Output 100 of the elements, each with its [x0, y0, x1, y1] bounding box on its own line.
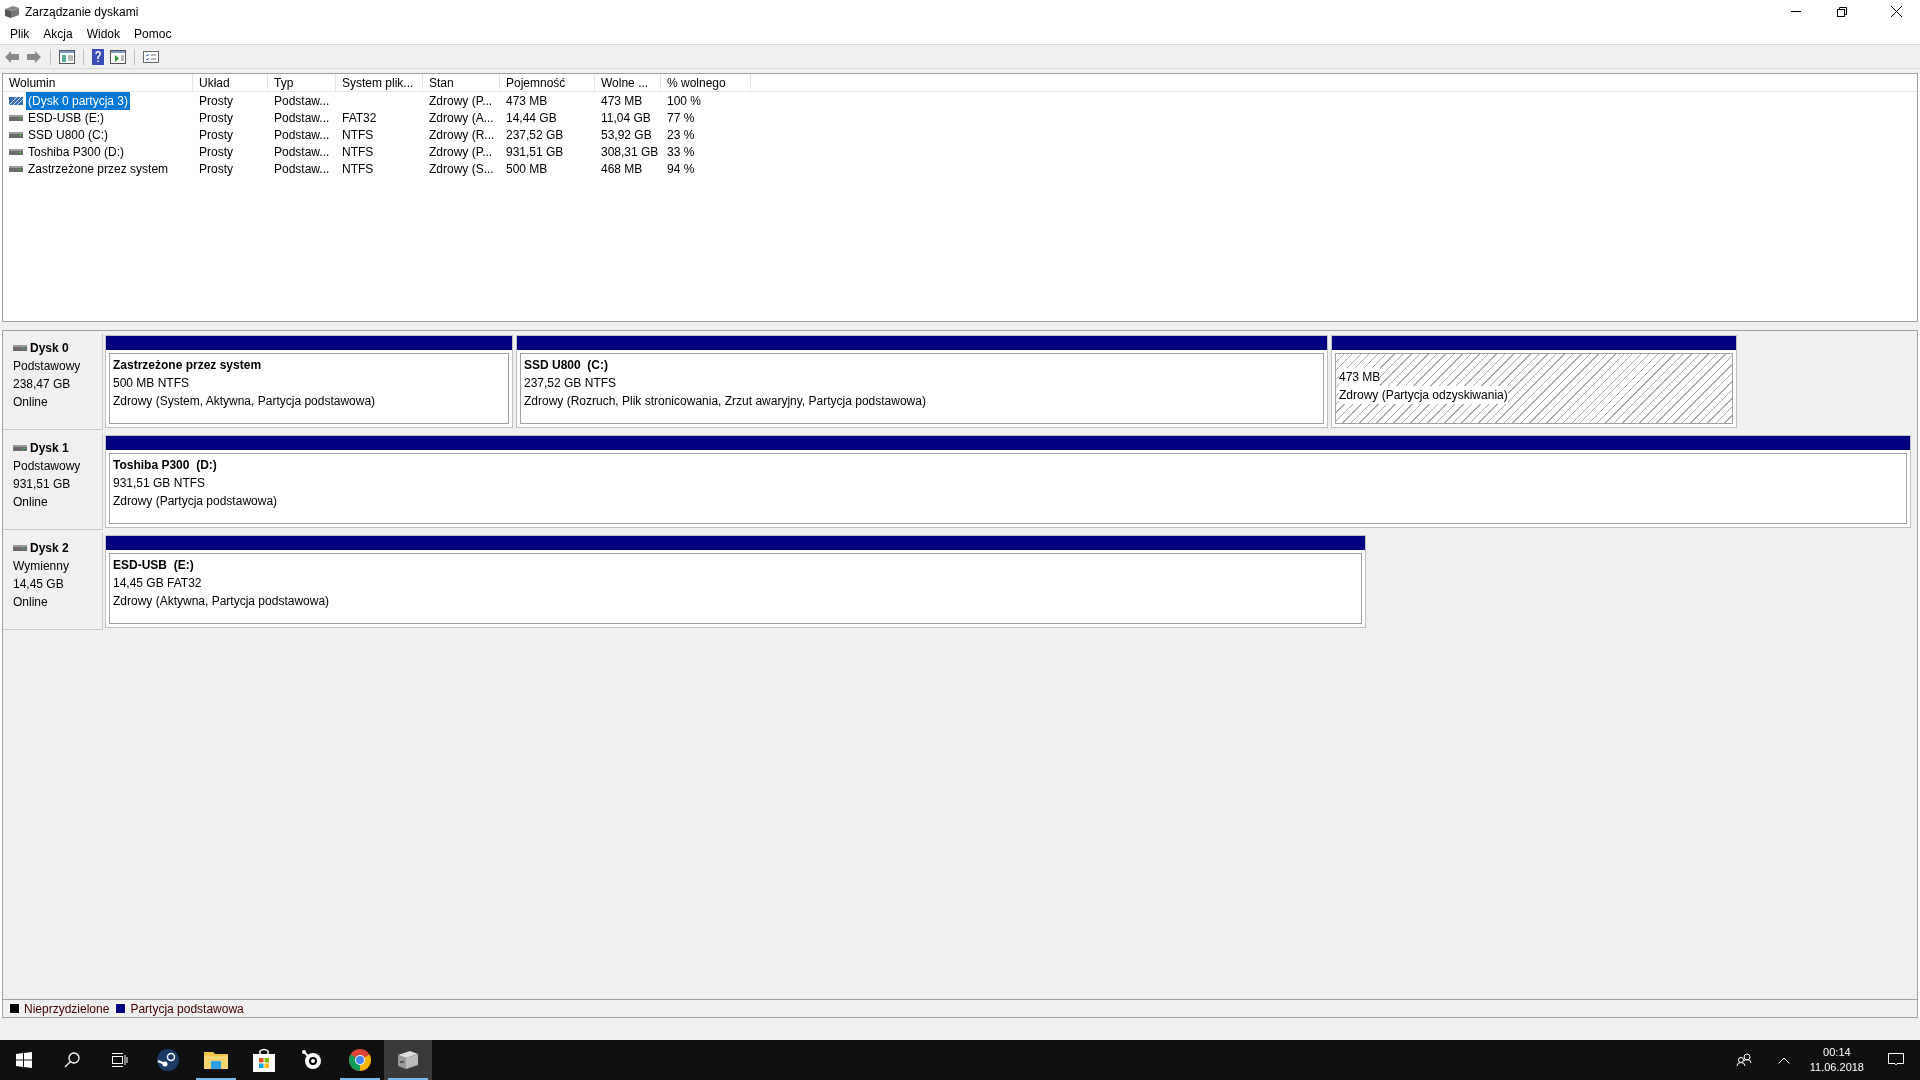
column-header[interactable]: System plik... — [336, 74, 423, 91]
table-cell: 473 MB — [601, 93, 643, 108]
column-header[interactable]: Pojemność — [500, 74, 595, 91]
drive-icon — [13, 544, 27, 552]
clock[interactable]: 00:14 11.06.2018 — [1801, 1045, 1872, 1075]
disk-type: Podstawowy — [13, 358, 82, 375]
checklist-icon[interactable] — [143, 50, 159, 63]
close-icon[interactable] — [1891, 6, 1902, 17]
browser-icon — [348, 1048, 372, 1072]
chevron-up-icon[interactable] — [1777, 1056, 1790, 1064]
table-cell: 473 MB — [506, 93, 548, 108]
window-title: Zarządzanie dyskami — [25, 3, 139, 21]
menu-item[interactable]: Plik — [4, 24, 36, 43]
disk-status: Online — [13, 394, 49, 411]
partition-block[interactable]: Toshiba P300 (D:) 931,51 GB NTFS Zdrowy (Partycja podstawowa) — [105, 435, 1911, 528]
table-cell: 468 MB — [601, 161, 643, 176]
folder-icon — [204, 1050, 228, 1070]
windows-logo-icon — [16, 1052, 32, 1068]
volume-name[interactable]: Toshiba P300 (D:) — [26, 142, 127, 161]
console-tree-icon[interactable] — [59, 49, 75, 64]
volume-icon — [9, 147, 23, 156]
table-cell: Podstaw... — [274, 127, 330, 142]
disk-label-panel[interactable]: Dysk 0 Podstawowy 238,47 GB Online — [3, 333, 103, 430]
menu-item[interactable]: Akcja — [37, 24, 79, 43]
menu-item[interactable]: Widok — [80, 24, 127, 43]
disk-label-panel[interactable]: Dysk 2 Wymienny 14,45 GB Online — [3, 533, 103, 630]
table-cell: Podstaw... — [274, 144, 330, 159]
partition-name: SSD U800 (C:) — [524, 357, 610, 374]
column-header[interactable]: Układ — [193, 74, 268, 91]
column-header[interactable]: Wolumin — [3, 74, 193, 91]
table-cell: Podstaw... — [274, 93, 330, 108]
clock-time: 00:14 — [1823, 1045, 1851, 1060]
disk-size: 14,45 GB — [13, 576, 65, 593]
partition-block[interactable]: 473 MB Zdrowy (Partycja odzyskiwania) — [1331, 335, 1737, 428]
disk-name: Dysk 0 — [30, 340, 69, 357]
column-header[interactable]: Wolne ... — [595, 74, 661, 91]
steam-icon — [156, 1048, 180, 1072]
table-cell: Prosty — [199, 127, 233, 142]
shopping-bag-icon — [253, 1048, 275, 1072]
volume-name[interactable]: Zastrzeżone przez system — [26, 159, 171, 178]
table-cell: Zdrowy (S... — [429, 161, 494, 176]
legend-label: Partycja podstawowa — [130, 1000, 244, 1018]
table-cell: Podstaw... — [274, 161, 330, 176]
help-icon[interactable] — [92, 48, 104, 65]
table-cell: NTFS — [342, 144, 374, 159]
table-cell: FAT32 — [342, 110, 377, 125]
disk-name: Dysk 1 — [30, 440, 69, 457]
disk-size: 238,47 GB — [13, 376, 72, 393]
partition-size: 473 MB — [1339, 368, 1381, 386]
table-cell: Prosty — [199, 161, 233, 176]
restore-icon[interactable] — [1837, 6, 1847, 17]
table-cell: 94 % — [667, 161, 695, 176]
table-cell: Podstaw... — [274, 110, 330, 125]
partition-name: ESD-USB (E:) — [113, 557, 195, 574]
table-cell: Zdrowy (A... — [429, 110, 494, 125]
volume-icon — [9, 113, 23, 122]
disk-type: Podstawowy — [13, 458, 82, 475]
table-cell: Zdrowy (P... — [429, 93, 493, 108]
table-cell: Zdrowy (R... — [429, 127, 495, 142]
disk-label-panel[interactable]: Dysk 1 Podstawowy 931,51 GB Online — [3, 433, 103, 530]
disk-name: Dysk 2 — [30, 540, 69, 557]
table-cell: 53,92 GB — [601, 127, 652, 142]
app-icon — [4, 4, 20, 19]
table-cell: 77 % — [667, 110, 695, 125]
table-cell: 237,52 GB — [506, 127, 564, 142]
table-cell: 14,44 GB — [506, 110, 557, 125]
menu-item[interactable]: Pomoc — [128, 24, 178, 43]
partition-block[interactable]: ESD-USB (E:) 14,45 GB FAT32 Zdrowy (Aktywna, Partycja podstawowa) — [105, 535, 1366, 628]
table-cell: Prosty — [199, 144, 233, 159]
table-cell: Zdrowy (P... — [429, 144, 493, 159]
partition-block[interactable]: Zastrzeżone przez system 500 MB NTFS Zdrowy (System, Aktywna, Partycja podstawowa) — [105, 335, 513, 428]
partition-block[interactable]: SSD U800 (C:) 237,52 GB NTFS Zdrowy (Rozruch, Plik stronicowania, Zrzut awaryjny, Partycja podstawowa) — [516, 335, 1328, 428]
back-arrow-icon[interactable] — [4, 49, 20, 64]
notifications-icon[interactable] — [1888, 1053, 1904, 1067]
drive-icon — [13, 444, 27, 452]
task-view-icon — [112, 1053, 128, 1067]
table-cell: 33 % — [667, 144, 695, 159]
volume-name[interactable]: ESD-USB (E:) — [26, 108, 106, 127]
table-cell: 100 % — [667, 93, 702, 108]
forward-arrow-icon[interactable] — [26, 49, 42, 64]
drive-icon — [13, 344, 27, 352]
column-header[interactable]: Typ — [268, 74, 336, 91]
taskbar-app[interactable] — [384, 1040, 432, 1080]
volume-icon — [9, 130, 23, 139]
action-pane-icon[interactable] — [110, 49, 126, 64]
striped-volume-icon — [9, 96, 23, 105]
column-header[interactable]: Stan — [423, 74, 500, 91]
disk-size: 931,51 GB — [13, 476, 72, 493]
disk-drive-icon — [396, 1049, 420, 1071]
legend-label: Nieprzydzielone — [24, 1000, 110, 1018]
disk-status: Online — [13, 494, 49, 511]
disk-status: Online — [13, 594, 49, 611]
search-icon — [64, 1052, 80, 1068]
volume-icon — [9, 164, 23, 173]
people-icon[interactable] — [1735, 1053, 1752, 1067]
disk-type: Wymienny — [13, 558, 70, 575]
volume-name[interactable]: SSD U800 (C:) — [26, 125, 111, 144]
column-header[interactable]: % wolnego — [661, 74, 751, 91]
table-cell: Prosty — [199, 93, 233, 108]
table-cell: 11,04 GB — [601, 110, 651, 125]
